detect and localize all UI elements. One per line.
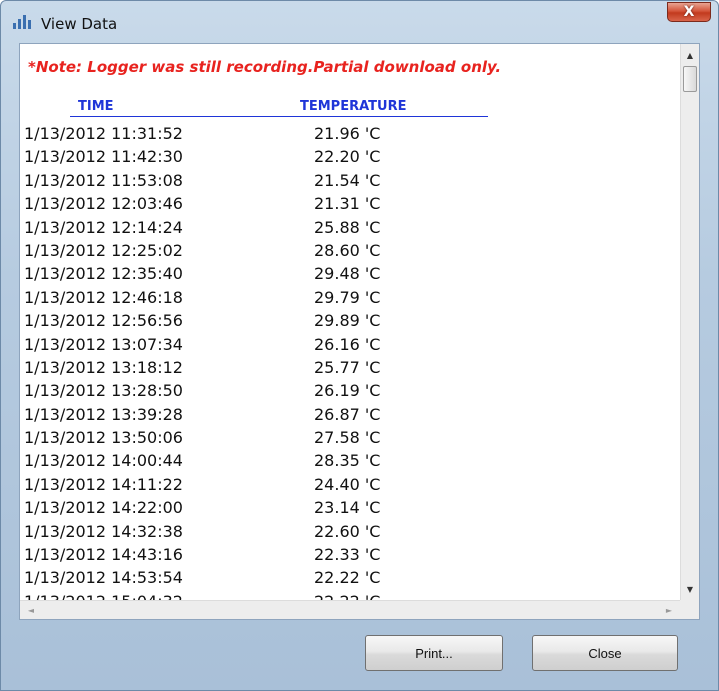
scroll-left-icon[interactable]: ◄ xyxy=(22,601,40,619)
temperature-cell: 28.60 'C xyxy=(314,240,381,260)
time-cell: 1/13/2012 14:32:38 xyxy=(24,521,183,541)
table-row: 1/13/2012 12:03:46 21.31 'C xyxy=(24,192,664,215)
table-row: 1/13/2012 13:07:34 26.16 'C xyxy=(24,333,664,356)
temperature-cell: 22.22 'C xyxy=(314,568,381,588)
time-cell: 1/13/2012 13:28:50 xyxy=(24,381,183,401)
time-cell: 1/13/2012 14:00:44 xyxy=(24,451,183,471)
temperature-cell: 22.33 'C xyxy=(314,545,381,565)
app-icon xyxy=(13,15,31,29)
temperature-cell: 29.89 'C xyxy=(314,311,381,331)
column-header-temperature: TEMPERATURE xyxy=(300,99,407,114)
temperature-cell: 21.54 'C xyxy=(314,170,381,190)
table-row: 1/13/2012 14:22:00 23.14 'C xyxy=(24,496,664,519)
time-cell: 1/13/2012 13:39:28 xyxy=(24,404,183,424)
temperature-cell: 27.58 'C xyxy=(314,428,381,448)
scrollbar-corner xyxy=(680,600,699,619)
table-row: 1/13/2012 11:53:08 21.54 'C xyxy=(24,169,664,192)
time-cell: 1/13/2012 12:03:46 xyxy=(24,194,183,214)
close-button[interactable]: Close xyxy=(532,635,678,671)
temperature-cell: 26.16 'C xyxy=(314,334,381,354)
temperature-cell: 21.96 'C xyxy=(314,124,381,143)
time-cell: 1/13/2012 12:14:24 xyxy=(24,217,183,237)
data-view-pane: *Note: Logger was still recording.Partia… xyxy=(19,43,700,620)
column-header-time: TIME xyxy=(78,99,114,114)
temperature-cell: 23.14 'C xyxy=(314,498,381,518)
table-row: 1/13/2012 11:31:52 21.96 'C xyxy=(24,122,664,145)
temperature-cell: 28.35 'C xyxy=(314,451,381,471)
time-cell: 1/13/2012 13:18:12 xyxy=(24,357,183,377)
time-cell: 1/13/2012 11:53:08 xyxy=(24,170,183,190)
window-close-button[interactable]: X xyxy=(667,2,711,22)
time-cell: 1/13/2012 13:07:34 xyxy=(24,334,183,354)
scroll-down-icon[interactable]: ▼ xyxy=(681,580,699,598)
time-cell: 1/13/2012 13:50:06 xyxy=(24,428,183,448)
table-row: 1/13/2012 12:56:56 29.89 'C xyxy=(24,309,664,332)
time-cell: 1/13/2012 12:46:18 xyxy=(24,287,183,307)
window-title: View Data xyxy=(41,15,118,33)
table-row: 1/13/2012 12:46:18 29.79 'C xyxy=(24,286,664,309)
view-data-window: View Data X *Note: Logger was still reco… xyxy=(0,0,719,691)
temperature-cell: 26.87 'C xyxy=(314,404,381,424)
time-cell: 1/13/2012 11:42:30 xyxy=(24,147,183,167)
temperature-cell: 25.77 'C xyxy=(314,357,381,377)
time-cell: 1/13/2012 14:53:54 xyxy=(24,568,183,588)
temperature-cell: 22.60 'C xyxy=(314,521,381,541)
header-underline xyxy=(70,116,488,117)
horizontal-scrollbar[interactable]: ◄ ► xyxy=(20,600,680,619)
close-icon: X xyxy=(683,4,695,20)
temperature-cell: 29.79 'C xyxy=(314,287,381,307)
data-rows: 1/13/2012 11:31:52 21.96 'C 1/13/2012 11:4… xyxy=(24,122,664,613)
vertical-scrollbar[interactable]: ▲ ▼ xyxy=(680,44,699,600)
table-row: 1/13/2012 14:32:38 22.60 'C xyxy=(24,520,664,543)
vertical-scroll-thumb[interactable] xyxy=(683,66,697,92)
temperature-cell: 26.19 'C xyxy=(314,381,381,401)
table-row: 1/13/2012 12:25:02 28.60 'C xyxy=(24,239,664,262)
time-cell: 1/13/2012 12:56:56 xyxy=(24,311,183,331)
time-cell: 1/13/2012 14:22:00 xyxy=(24,498,183,518)
title-bar[interactable]: View Data X xyxy=(1,1,718,45)
table-row: 1/13/2012 13:18:12 25.77 'C xyxy=(24,356,664,379)
temperature-cell: 22.20 'C xyxy=(314,147,381,167)
table-row: 1/13/2012 12:35:40 29.48 'C xyxy=(24,262,664,285)
temperature-cell: 25.88 'C xyxy=(314,217,381,237)
table-row: 1/13/2012 13:50:06 27.58 'C xyxy=(24,426,664,449)
table-row: 1/13/2012 13:28:50 26.19 'C xyxy=(24,379,664,402)
time-cell: 1/13/2012 11:31:52 xyxy=(24,124,183,143)
time-cell: 1/13/2012 12:35:40 xyxy=(24,264,183,284)
temperature-cell: 21.31 'C xyxy=(314,194,381,214)
temperature-cell: 24.40 'C xyxy=(314,474,381,494)
scroll-right-icon[interactable]: ► xyxy=(660,601,678,619)
table-row: 1/13/2012 14:00:44 28.35 'C xyxy=(24,449,664,472)
time-cell: 1/13/2012 14:43:16 xyxy=(24,545,183,565)
table-row: 1/13/2012 11:42:30 22.20 'C xyxy=(24,145,664,168)
table-row: 1/13/2012 14:11:22 24.40 'C xyxy=(24,473,664,496)
table-row: 1/13/2012 14:53:54 22.22 'C xyxy=(24,566,664,589)
table-row: 1/13/2012 13:39:28 26.87 'C xyxy=(24,403,664,426)
time-cell: 1/13/2012 14:11:22 xyxy=(24,474,183,494)
time-cell: 1/13/2012 12:25:02 xyxy=(24,240,183,260)
scroll-up-icon[interactable]: ▲ xyxy=(681,46,699,64)
table-row: 1/13/2012 14:43:16 22.33 'C xyxy=(24,543,664,566)
partial-download-note: *Note: Logger was still recording.Partia… xyxy=(28,58,502,76)
table-row: 1/13/2012 12:14:24 25.88 'C xyxy=(24,216,664,239)
temperature-cell: 29.48 'C xyxy=(314,264,381,284)
print-button[interactable]: Print... xyxy=(365,635,503,671)
